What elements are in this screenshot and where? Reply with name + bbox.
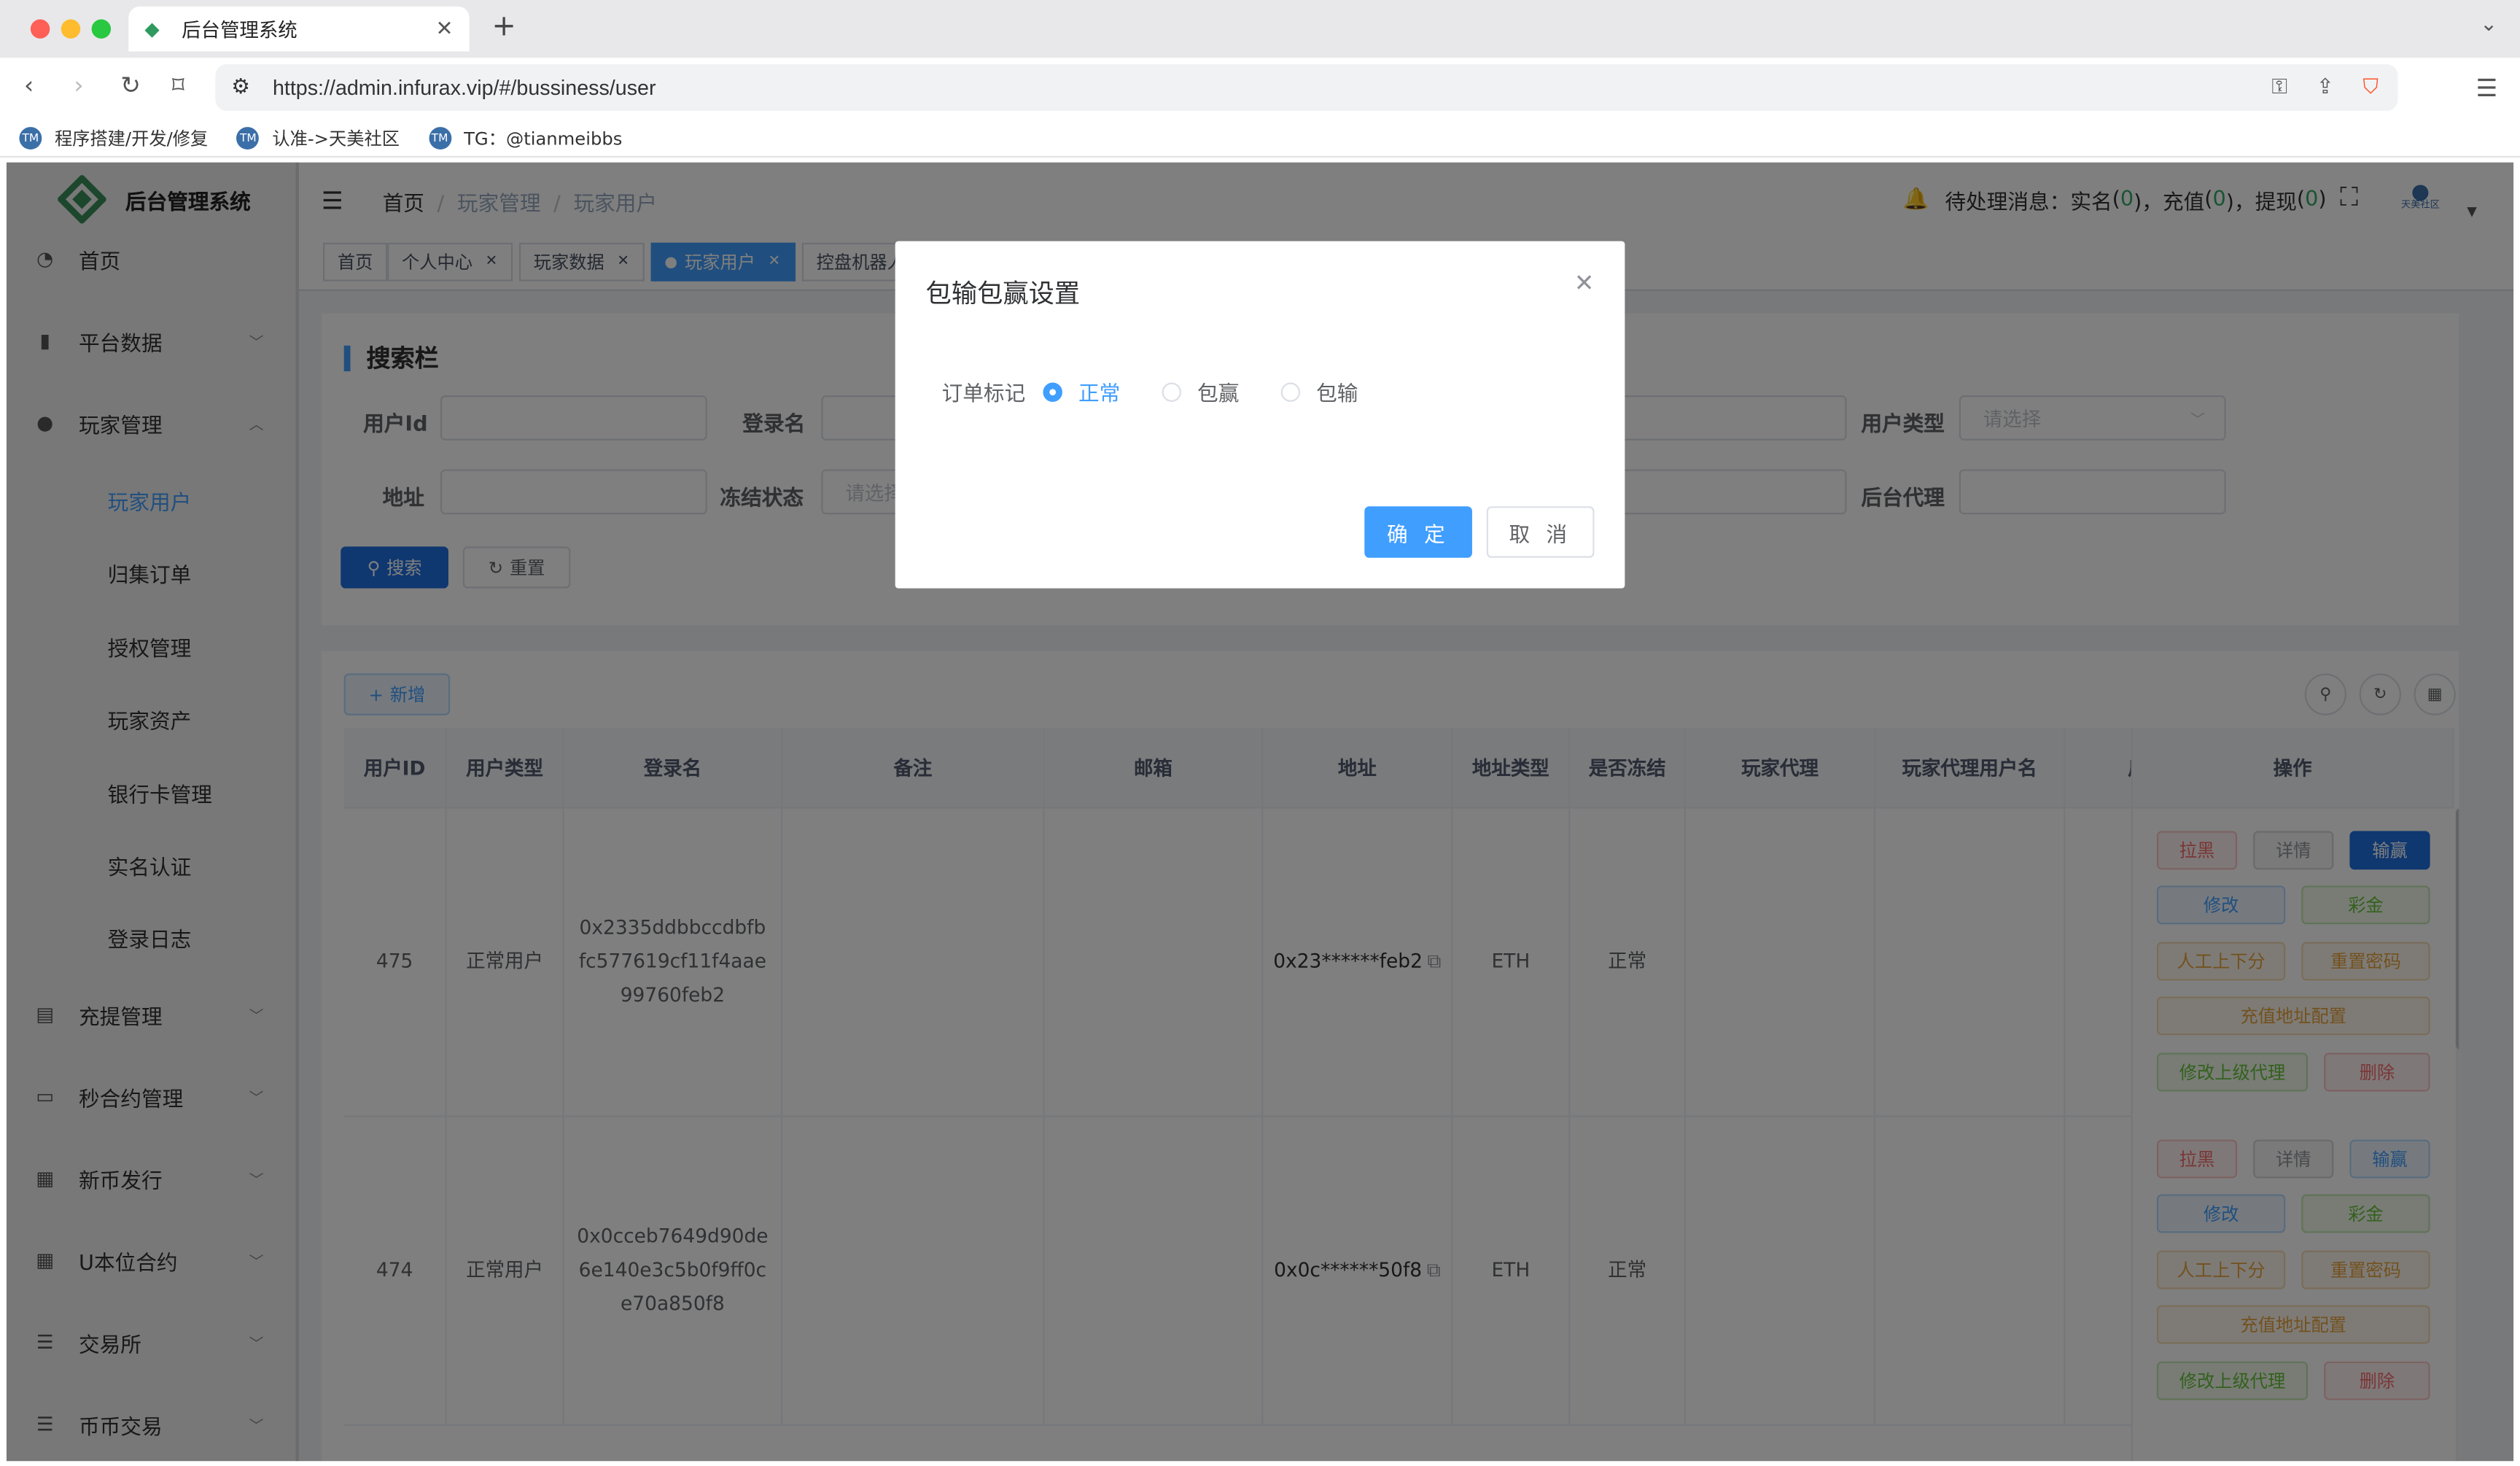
bookmark-favicon-icon: TM [428, 126, 451, 149]
close-icon[interactable]: ✕ [1574, 268, 1595, 298]
radio-circle [1280, 381, 1301, 401]
address-bar[interactable]: ⚙ https://admin.infurax.vip/#/bussiness/… [215, 64, 2398, 112]
bookmark-item[interactable]: TM TG：@tianmeibbs [428, 125, 622, 150]
brave-shield-icon[interactable]: ⛉ [2363, 76, 2379, 100]
bookmark-icon[interactable]: ⌑ [172, 71, 184, 100]
radio-circle [1043, 381, 1062, 401]
bookmarks-bar: TM 程序搭建/开发/修复 TM 认准->天美社区 TM TG：@tianmeibbs [0, 119, 2520, 158]
radio-guaranteed-win[interactable]: 包赢 [1162, 376, 1239, 407]
browser-tab[interactable]: ◆ 后台管理系统 ✕ [128, 6, 470, 52]
tab-list-chevron-icon[interactable]: ⌄ [2480, 13, 2497, 37]
site-favicon-icon: ◆ [144, 18, 160, 41]
share-icon[interactable]: ⇪ [2317, 76, 2334, 100]
order-mark-label: 订单标记 [941, 382, 1026, 407]
site-info-icon[interactable]: ⚙ [231, 76, 250, 100]
radio-normal[interactable]: 正常 [1043, 376, 1120, 407]
browser-toolbar: ‹ › ↻ ⌑ ⚙ https://admin.infurax.vip/#/bu… [0, 58, 2520, 120]
close-window-button[interactable] [30, 19, 50, 39]
bookmark-favicon-icon: TM [236, 126, 260, 149]
radio-guaranteed-lose[interactable]: 包输 [1280, 376, 1358, 407]
browser-tab-title: 后台管理系统 [182, 18, 298, 42]
minimize-window-button[interactable] [61, 19, 81, 39]
browser-menu-icon[interactable]: ☰ [2476, 74, 2498, 103]
reload-icon[interactable]: ↻ [120, 71, 141, 100]
forward-icon[interactable]: › [74, 71, 83, 100]
bookmark-item[interactable]: TM 程序搭建/开发/修复 [19, 125, 208, 150]
url-text: https://admin.infurax.vip/#/bussiness/us… [272, 75, 656, 100]
radio-circle [1162, 381, 1182, 401]
close-tab-icon[interactable]: ✕ [436, 17, 454, 41]
dialog-title: 包输包赢设置 [925, 278, 1081, 309]
key-icon[interactable]: ⚿ [2271, 76, 2287, 100]
cancel-button[interactable]: 取 消 [1486, 506, 1595, 558]
bookmark-item[interactable]: TM 认准->天美社区 [236, 125, 400, 150]
win-lose-dialog: 包输包赢设置 ✕ 订单标记 正常 包赢 包输 确 定 取 消 [895, 241, 1625, 589]
bookmark-favicon-icon: TM [19, 126, 42, 149]
admin-app: 后台管理系统 ◔首页 ▮平台数据﹀ ●玩家管理︿ 玩家用户 归集订单 授权管理 … [6, 162, 2514, 1462]
browser-tab-bar: ◆ 后台管理系统 ✕ + ⌄ [0, 0, 2520, 58]
window-controls [30, 19, 112, 39]
new-tab-icon[interactable]: + [491, 9, 516, 43]
maximize-window-button[interactable] [91, 19, 112, 39]
confirm-button[interactable]: 确 定 [1364, 506, 1472, 558]
back-icon[interactable]: ‹ [24, 71, 34, 100]
